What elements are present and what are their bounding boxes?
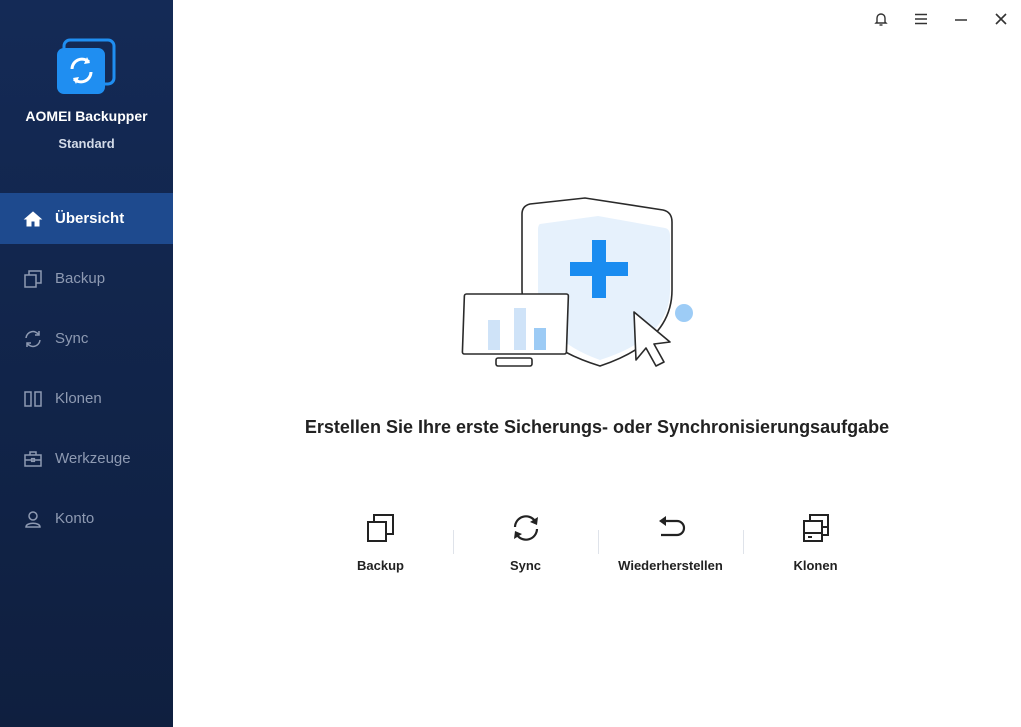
sidebar-item-uebersicht[interactable]: Übersicht — [0, 193, 173, 244]
menu-icon[interactable] — [910, 8, 932, 30]
action-label: Sync — [509, 558, 542, 573]
sidebar-item-konto[interactable]: Konto — [0, 493, 173, 544]
sync-action-button[interactable]: Sync — [453, 510, 598, 578]
backup-icon — [23, 269, 43, 289]
sidebar-item-label: Werkzeuge — [55, 450, 131, 467]
sidebar-item-klonen[interactable]: Klonen — [0, 373, 173, 424]
action-label: Klonen — [793, 558, 838, 573]
sidebar-item-sync[interactable]: Sync — [0, 313, 173, 364]
user-icon — [23, 509, 43, 529]
backup-icon — [308, 510, 453, 546]
restore-icon — [598, 510, 743, 546]
sidebar-item-label: Konto — [55, 510, 95, 527]
home-icon — [23, 209, 43, 229]
minimize-icon[interactable] — [950, 8, 972, 30]
sidebar-item-label: Sync — [55, 330, 89, 347]
action-label: Backup — [357, 558, 404, 573]
hero-illustration — [460, 192, 700, 372]
app-logo-icon — [56, 38, 116, 96]
app-edition: Standard — [58, 136, 115, 151]
sidebar-item-backup[interactable]: Backup — [0, 253, 173, 304]
sidebar-item-label: Übersicht — [55, 210, 125, 227]
clone-icon — [23, 389, 43, 409]
app-name: AOMEI Backupper — [25, 108, 148, 124]
sync-icon — [453, 510, 598, 546]
backup-action-button[interactable]: Backup — [308, 510, 453, 578]
clone-action-button[interactable]: Klonen — [743, 510, 888, 578]
close-icon[interactable] — [990, 8, 1012, 30]
action-label: Wiederherstellen — [618, 558, 723, 573]
sidebar-item-werkzeuge[interactable]: Werkzeuge — [0, 433, 173, 484]
sidebar: AOMEI Backupper Standard Übersicht Backu… — [0, 0, 173, 727]
sidebar-item-label: Klonen — [55, 390, 102, 407]
clone-disk-icon — [743, 510, 888, 546]
toolbox-icon — [23, 449, 43, 469]
restore-action-button[interactable]: Wiederherstellen — [598, 510, 743, 578]
sidebar-nav: Übersicht Backup Sync Klonen Werkzeuge K… — [0, 193, 173, 553]
sync-icon — [23, 329, 43, 349]
bell-icon[interactable] — [870, 8, 892, 30]
sidebar-item-label: Backup — [55, 270, 106, 287]
page-headline: Erstellen Sie Ihre erste Sicherungs- ode… — [304, 417, 890, 437]
quick-actions: Backup Sync Wiederherstellen Klonen — [308, 510, 888, 580]
